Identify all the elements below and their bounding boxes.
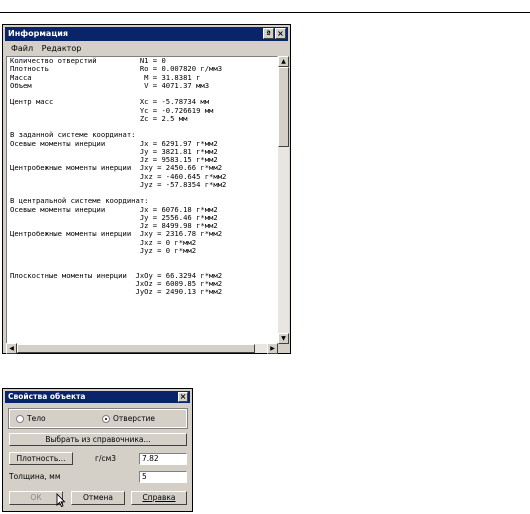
density-field[interactable]: 7.82 (139, 453, 187, 465)
menubar: Файл Редактор (5, 42, 288, 55)
hscroll-thumb[interactable] (17, 344, 255, 353)
radio-body-circle[interactable] (16, 414, 24, 423)
help-button[interactable]: Справка (131, 491, 187, 505)
top-rule (0, 12, 530, 13)
info-titlebar[interactable]: Информация ª × (5, 27, 288, 41)
close-icon[interactable]: × (178, 392, 188, 402)
info-text: Количество отверстий N1 = 0 Плотность Ro… (10, 56, 227, 296)
mouse-pointer-icon (56, 493, 66, 507)
scroll-down-icon[interactable]: ▼ (278, 333, 289, 344)
radio-hole-label: Отверстие (113, 414, 156, 423)
vscroll-thumb[interactable] (278, 67, 289, 147)
radio-hole[interactable]: Отверстие (102, 414, 155, 423)
horizontal-scrollbar[interactable]: ◀ ▶ (6, 343, 278, 354)
info-window: Информация ª × Файл Редактор Количество … (2, 24, 291, 354)
ok-button[interactable]: ОК (9, 491, 63, 505)
density-button[interactable]: Плотность... (9, 452, 73, 465)
radio-hole-circle[interactable] (102, 414, 110, 423)
density-unit-label: г/см3 (95, 454, 117, 463)
cancel-button[interactable]: Отмена (71, 491, 125, 505)
close-icon[interactable]: × (275, 28, 286, 39)
select-from-catalog-button[interactable]: Выбрать из справочника... (9, 433, 187, 446)
scroll-left-icon[interactable]: ◀ (6, 343, 17, 354)
menu-editor[interactable]: Редактор (42, 44, 82, 53)
type-radio-group: Тело Отверстие (8, 408, 188, 429)
radio-body-label: Тело (27, 414, 46, 423)
props-title: Свойства объекта (8, 392, 86, 401)
scroll-up-icon[interactable]: ▲ (278, 56, 289, 67)
scroll-right-icon[interactable]: ▶ (267, 343, 278, 354)
info-title: Информация (8, 29, 68, 38)
properties-dialog: Свойства объекта × Тело Отверстие Выбрат… (2, 388, 193, 512)
props-titlebar[interactable]: Свойства объекта × (5, 391, 190, 403)
thickness-field[interactable]: 5 (139, 471, 187, 483)
pin-icon[interactable]: ª (263, 28, 274, 39)
radio-body[interactable]: Тело (16, 414, 46, 423)
thickness-label: Толщина, мм (9, 472, 61, 481)
vertical-scrollbar[interactable]: ▲ ▼ (278, 56, 289, 344)
menu-file[interactable]: Файл (11, 44, 33, 53)
info-text-area[interactable]: Количество отверстий N1 = 0 Плотность Ro… (6, 56, 278, 344)
